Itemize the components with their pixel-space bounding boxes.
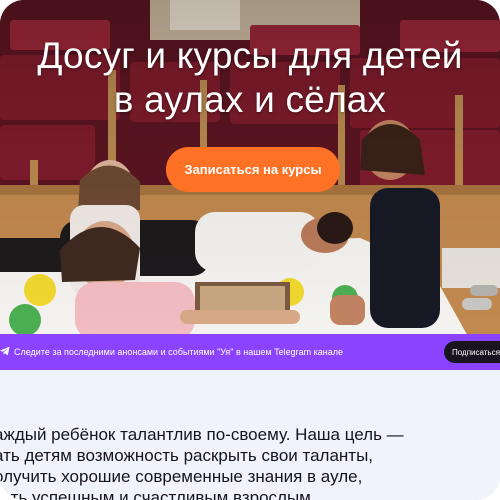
intro-section: аждый ребёнок талантлив по-своему. Наша … — [0, 370, 500, 500]
hero-title: Досуг и курсы для детей в аулах и сёлах — [0, 34, 500, 122]
telegram-banner-text: Следите за последними анонсами и события… — [14, 347, 344, 357]
telegram-icon — [0, 346, 10, 356]
hero-title-line-1: Досуг и курсы для детей — [37, 35, 463, 76]
subscribe-button[interactable]: Подписаться — [444, 341, 500, 363]
hero-section: Досуг и курсы для детей в аулах и сёлах … — [0, 0, 500, 340]
intro-line-1: аждый ребёнок талантлив по-своему. Наша … — [0, 425, 404, 444]
telegram-banner[interactable]: Следите за последними анонсами и события… — [0, 334, 500, 370]
hero-title-line-2: в аулах и сёлах — [113, 79, 387, 120]
intro-line-2: ать детям возможность раскрыть свои тала… — [0, 446, 374, 465]
page: Досуг и курсы для детей в аулах и сёлах … — [0, 0, 500, 500]
intro-line-4: тать успешным и счастливым взрослым. — [0, 488, 316, 500]
intro-line-3: олучить хорошие современные знания в аул… — [0, 467, 363, 486]
enroll-courses-button[interactable]: Записаться на курсы — [166, 147, 340, 192]
intro-paragraph: аждый ребёнок талантлив по-своему. Наша … — [0, 424, 500, 500]
